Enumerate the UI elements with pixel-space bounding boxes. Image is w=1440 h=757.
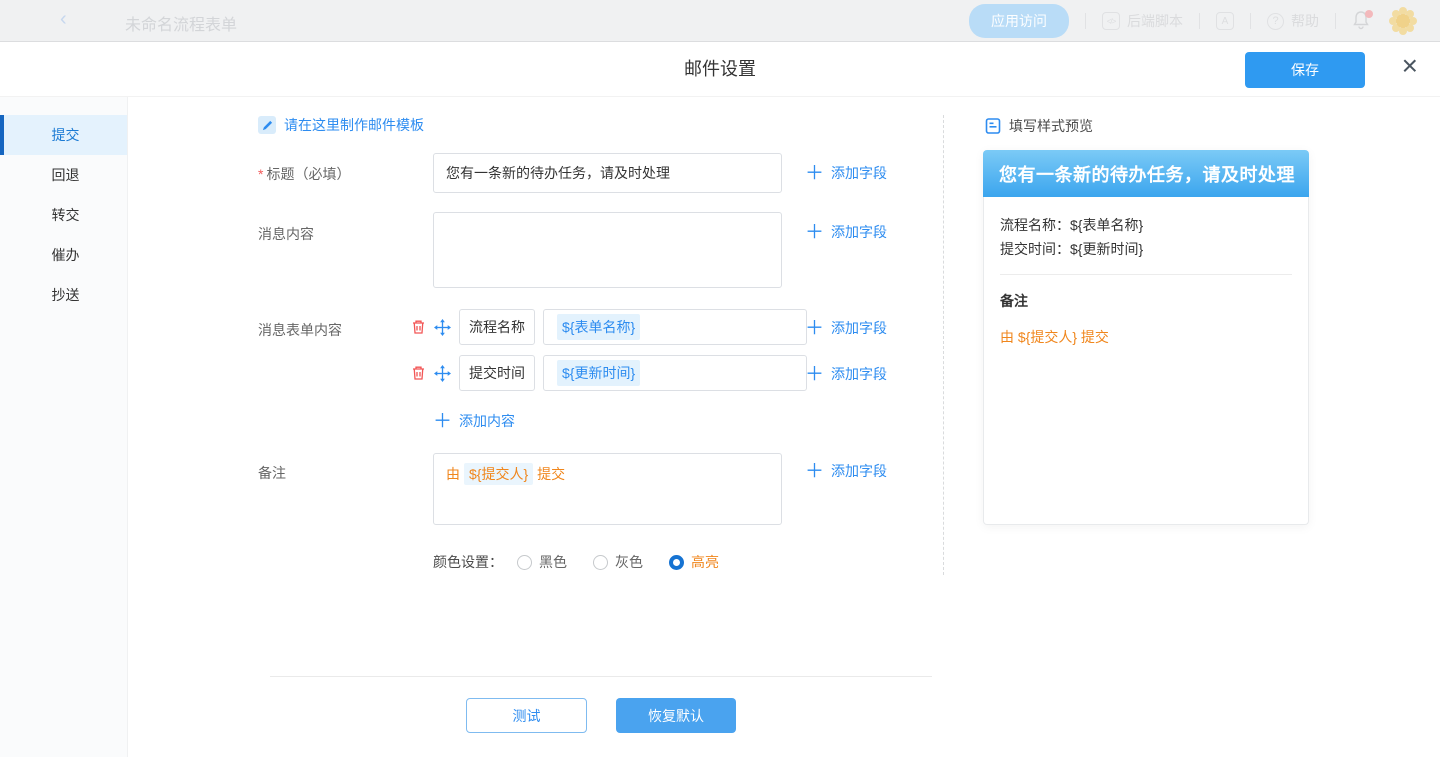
divider — [1199, 13, 1200, 29]
preview-title: 填写样式预览 — [1009, 116, 1093, 136]
required-asterisk: * — [258, 166, 263, 182]
delete-icon[interactable] — [409, 318, 427, 336]
remark-textarea[interactable]: 由${提交人}提交 — [433, 453, 782, 525]
help-label: 帮助 — [1291, 11, 1319, 31]
move-icon[interactable] — [433, 364, 451, 382]
template-hint-text: 请在这里制作邮件模板 — [284, 115, 424, 135]
add-field-link-title[interactable]: ＋ 添加字段 — [805, 163, 887, 183]
vertical-dashed-divider — [943, 115, 944, 575]
avatar-flower-icon — [1388, 6, 1418, 36]
language-icon: A — [1216, 12, 1234, 30]
sidebar-item-transfer[interactable]: 转交 — [0, 195, 127, 235]
preview-card: 您有一条新的待办任务，请及时处理 流程名称：${表单名称} 提交时间：${更新时… — [983, 150, 1309, 525]
template-hint-row: 请在这里制作邮件模板 — [258, 115, 424, 135]
preview-card-body: 流程名称：${表单名称} 提交时间：${更新时间} 备注 由 ${提交人} 提交 — [983, 197, 1309, 525]
email-settings-screen: ‹ 未命名流程表单 应用访问 </> 后端脚本 A ? 帮助 — [0, 0, 1440, 757]
color-option-highlight[interactable]: 高亮 — [669, 552, 719, 572]
color-setting-row: 颜色设置： 黑色 灰色 高亮 — [433, 552, 745, 572]
page-title: 未命名流程表单 — [125, 11, 237, 35]
backend-script-button[interactable]: </> 后端脚本 — [1102, 11, 1183, 31]
form-row-value-input[interactable]: ${表单名称} — [543, 309, 807, 345]
add-field-link-message[interactable]: ＋ 添加字段 — [805, 222, 887, 242]
divider — [1250, 13, 1251, 29]
form-content-row-2: 提交时间 ${更新时间} — [409, 355, 807, 391]
preview-remark-label: 备注 — [1000, 291, 1292, 311]
backend-script-label: 后端脚本 — [1127, 11, 1183, 31]
code-icon: </> — [1102, 12, 1120, 30]
divider — [270, 676, 932, 677]
add-field-link-row1[interactable]: ＋ 添加字段 — [805, 318, 887, 338]
divider — [1335, 13, 1336, 29]
save-button[interactable]: 保存 — [1245, 52, 1365, 88]
top-bar-actions: 应用访问 </> 后端脚本 A ? 帮助 — [969, 0, 1418, 42]
sidebar: 提交 回退 转交 催办 抄送 — [0, 97, 128, 757]
sidebar-item-cc[interactable]: 抄送 — [0, 275, 127, 315]
plus-icon: ＋ — [805, 319, 824, 338]
plus-icon: ＋ — [805, 365, 824, 384]
preview-line-process-name: 流程名称：${表单名称} — [1000, 213, 1292, 237]
title-field-label: *标题（必填） — [258, 164, 350, 184]
field-tag: ${更新时间} — [557, 360, 640, 386]
test-button[interactable]: 测试 — [466, 698, 587, 733]
notification-badge — [1365, 10, 1373, 18]
sidebar-item-return[interactable]: 回退 — [0, 155, 127, 195]
preview-line-submit-time: 提交时间：${更新时间} — [1000, 237, 1292, 261]
notification-bell-button[interactable] — [1352, 10, 1372, 32]
field-tag: ${表单名称} — [557, 314, 640, 340]
modal-title: 邮件设置 — [0, 42, 1440, 97]
form-content-row-1: 流程名称 ${表单名称} — [409, 309, 807, 345]
add-field-link-row2[interactable]: ＋ 添加字段 — [805, 364, 887, 384]
modal-header: 邮件设置 保存 × — [0, 42, 1440, 97]
form-row-value-input[interactable]: ${更新时间} — [543, 355, 807, 391]
plus-icon: ＋ — [805, 223, 824, 242]
avatar[interactable] — [1388, 6, 1418, 36]
message-content-textarea[interactable] — [433, 212, 782, 288]
radio-icon — [593, 555, 608, 570]
restore-default-button[interactable]: 恢复默认 — [616, 698, 736, 733]
remark-content: 由${提交人}提交 — [446, 466, 565, 482]
pencil-icon — [258, 116, 276, 134]
color-option-black[interactable]: 黑色 — [517, 552, 567, 572]
help-button[interactable]: ? 帮助 — [1267, 11, 1319, 31]
radio-icon-selected — [669, 555, 684, 570]
color-option-gray[interactable]: 灰色 — [593, 552, 643, 572]
preview-card-title: 您有一条新的待办任务，请及时处理 — [983, 150, 1309, 197]
back-icon[interactable]: ‹ — [60, 8, 67, 31]
color-setting-label: 颜色设置： — [433, 552, 503, 572]
sidebar-item-submit[interactable]: 提交 — [0, 115, 127, 155]
preview-header-row: 填写样式预览 — [985, 116, 1093, 136]
submitter-tag: ${提交人} — [464, 463, 533, 485]
plus-icon: ＋ — [433, 412, 452, 431]
divider — [1085, 13, 1086, 29]
form-row-key-input[interactable]: 流程名称 — [459, 309, 535, 345]
sidebar-item-urge[interactable]: 催办 — [0, 235, 127, 275]
app-access-button[interactable]: 应用访问 — [969, 4, 1069, 38]
top-bar: ‹ 未命名流程表单 应用访问 </> 后端脚本 A ? 帮助 — [0, 0, 1440, 42]
message-content-label: 消息内容 — [258, 224, 314, 244]
close-icon[interactable]: × — [1402, 50, 1418, 82]
language-button[interactable]: A — [1216, 12, 1234, 30]
title-input[interactable] — [433, 153, 782, 193]
plus-icon: ＋ — [805, 462, 824, 481]
divider — [1000, 274, 1292, 275]
remark-label: 备注 — [258, 463, 286, 483]
radio-icon — [517, 555, 532, 570]
delete-icon[interactable] — [409, 364, 427, 382]
document-icon — [985, 118, 1001, 134]
move-icon[interactable] — [433, 318, 451, 336]
add-content-link[interactable]: ＋ 添加内容 — [433, 411, 515, 431]
form-row-key-input[interactable]: 提交时间 — [459, 355, 535, 391]
help-icon: ? — [1267, 13, 1284, 30]
form-content-label: 消息表单内容 — [258, 320, 342, 340]
add-field-link-remark[interactable]: ＋ 添加字段 — [805, 461, 887, 481]
preview-remark-text: 由 ${提交人} 提交 — [1000, 327, 1292, 347]
plus-icon: ＋ — [805, 164, 824, 183]
